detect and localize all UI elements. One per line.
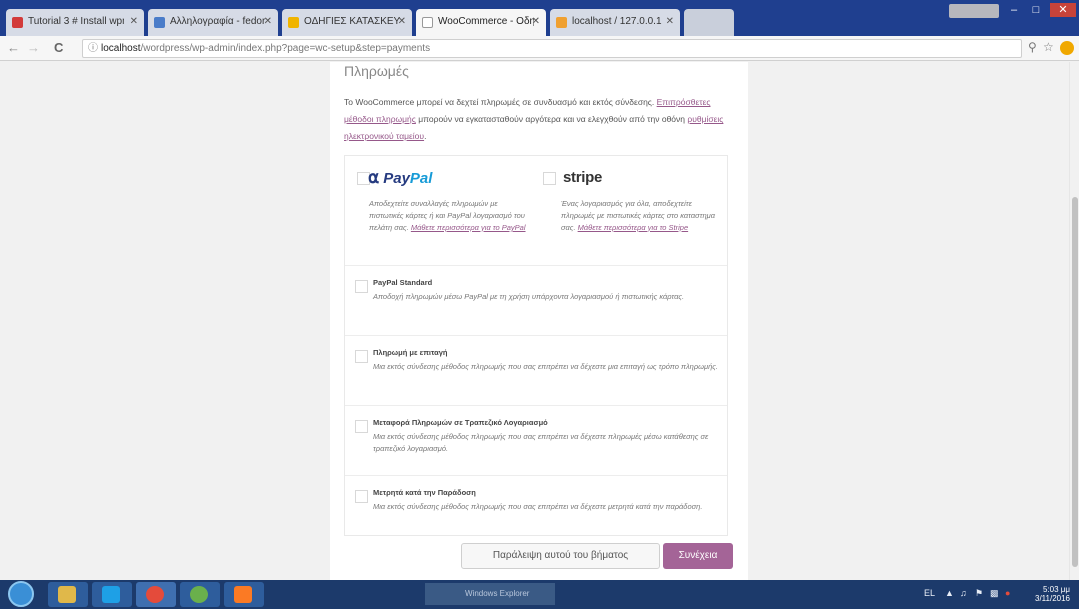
continue-button[interactable]: Συνέχεια: [663, 543, 733, 569]
payment-method-title: PayPal Standard: [373, 278, 433, 287]
paint-icon: [190, 586, 208, 603]
paypal-logo: ⍺ PayPal: [368, 168, 432, 188]
browser-tab-strip: Tutorial 3 # Install wpml ✕ Αλληλογραφία…: [0, 0, 1079, 36]
cheque-checkbox[interactable]: [355, 350, 368, 363]
clock-time: 5:03 μμ: [1042, 585, 1070, 594]
volume-icon[interactable]: ♫: [960, 588, 967, 598]
minimize-icon[interactable]: –: [1004, 3, 1024, 17]
tab-title: ΟΔΗΓΙΕΣ ΚΑΤΑΣΚΕΥΗΣ: [304, 16, 400, 27]
paypal-p-icon: ⍺: [368, 168, 380, 187]
paypal-standard-checkbox[interactable]: [355, 280, 368, 293]
tray-app-icon[interactable]: ●: [1005, 588, 1010, 598]
browser-tab[interactable]: localhost / 127.0.0.1 ✕: [550, 9, 680, 36]
skip-step-button[interactable]: Παράλειψη αυτού του βήματος: [461, 543, 660, 569]
payment-method-description: Αποδοχή πληρωμών μέσω PayPal με τη χρήση…: [373, 292, 685, 301]
payment-method-row: PayPal Standard Αποδοχή πληρωμών μέσω Pa…: [345, 265, 727, 335]
stripe-checkbox[interactable]: [543, 172, 556, 185]
forward-arrow-icon[interactable]: →: [27, 40, 40, 55]
taskbar-app-xampp[interactable]: [224, 582, 264, 607]
tab-title: Tutorial 3 # Install wpml: [28, 16, 124, 27]
url-host: localhost: [101, 43, 141, 54]
payment-method-title: Μετρητά κατά την Παράδοση: [373, 488, 476, 497]
payment-method-row: Μεταφορά Πληρωμών σε Τραπεζικό Λογαριασμ…: [345, 405, 727, 475]
paypal-logo-text: Pay: [383, 170, 410, 187]
chrome-icon: [146, 586, 164, 603]
stripe-logo: stripe: [563, 169, 603, 186]
cash-on-delivery-checkbox[interactable]: [355, 490, 368, 503]
taskbar-app-explorer[interactable]: [48, 582, 88, 607]
maximize-icon[interactable]: □: [1026, 3, 1046, 17]
tab-title: Αλληλογραφία - fedora: [170, 16, 266, 27]
tab-title: localhost / 127.0.0.1: [572, 16, 662, 27]
intro-text-part: μπορούν να εγκατασταθούν αργότερα και να…: [415, 114, 688, 124]
scrollbar-thumb[interactable]: [1072, 197, 1078, 567]
zoom-icon[interactable]: ⚲: [1028, 40, 1037, 54]
windows-taskbar: Windows Explorer EL ▲ ♫ ⚑ ▩ ● 5:03 μμ 3/…: [0, 580, 1079, 609]
bank-transfer-checkbox[interactable]: [355, 420, 368, 433]
browser-toolbar: ← → C ⓘ localhost/wordpress/wp-admin/ind…: [0, 36, 1079, 61]
tab-favicon-icon: [556, 17, 567, 28]
tab-favicon-icon: [12, 17, 23, 28]
window-close-icon[interactable]: ✕: [1050, 3, 1076, 17]
tray-expand-icon[interactable]: ▲: [945, 588, 954, 598]
payment-methods-list: ⍺ PayPal Αποδεχτείτε συναλλαγές πληρωμών …: [344, 155, 728, 536]
new-tab-button[interactable]: [684, 9, 734, 36]
browser-tab[interactable]: Αλληλογραφία - fedora ✕: [148, 9, 278, 36]
tab-close-icon[interactable]: ✕: [666, 16, 674, 27]
skype-icon: [102, 586, 120, 603]
payment-method-description: Μια εκτός σύνδεσης μέθοδος πληρωμής που …: [373, 432, 709, 453]
paypal-learn-more-link[interactable]: Μάθετε περισσότερα για το PayPal: [411, 223, 526, 232]
browser-tab[interactable]: ΟΔΗΓΙΕΣ ΚΑΤΑΣΚΕΥΗΣ ✕: [282, 9, 412, 36]
payment-method-title: Πληρωμή με επιταγή: [373, 348, 448, 357]
taskbar-preview-ghost: Windows Explorer: [425, 583, 555, 605]
language-indicator[interactable]: EL: [924, 588, 935, 598]
page-viewport: Πληρωμές Το WooCommerce μπορεί να δεχτεί…: [0, 62, 1079, 580]
stripe-learn-more-link[interactable]: Μάθετε περισσότερα για το Stripe: [578, 223, 689, 232]
paypal-logo-text: Pal: [409, 170, 433, 187]
page-info-icon[interactable]: ⓘ: [88, 40, 98, 57]
clock-date: 3/11/2016: [1035, 594, 1070, 603]
network-icon[interactable]: ▩: [990, 588, 999, 599]
flag-icon[interactable]: ⚑: [975, 588, 983, 599]
tab-close-icon[interactable]: ✕: [264, 16, 272, 27]
setup-wizard-card: Πληρωμές Το WooCommerce μπορεί να δεχτεί…: [330, 62, 748, 580]
page-title: Πληρωμές: [344, 63, 409, 79]
intro-text-part: Το WooCommerce μπορεί να δεχτεί πληρωμές…: [344, 97, 657, 107]
payment-method-description: Μια εκτός σύνδεσης μέθοδος πληρωμής που …: [373, 502, 703, 511]
paypal-description: Αποδεχτείτε συναλλαγές πληρωμών με πιστω…: [369, 198, 529, 234]
extension-icon[interactable]: [1060, 41, 1074, 55]
tab-favicon-icon: [154, 17, 165, 28]
taskbar-app-chrome[interactable]: [136, 582, 176, 607]
reload-icon[interactable]: C: [54, 40, 63, 55]
profile-button[interactable]: [949, 4, 999, 18]
payment-method-row: Μετρητά κατά την Παράδοση Μια εκτός σύνδ…: [345, 475, 727, 535]
system-clock[interactable]: 5:03 μμ 3/11/2016: [1030, 585, 1070, 603]
tab-favicon-icon: [422, 17, 433, 28]
stripe-description: Ένας λογαριασμός για όλα, αποδεχτείτε πλ…: [561, 198, 721, 234]
intro-text: Το WooCommerce μπορεί να δεχτεί πληρωμές…: [344, 94, 734, 145]
browser-tab[interactable]: Tutorial 3 # Install wpml ✕: [6, 9, 144, 36]
intro-text-part: .: [424, 131, 427, 141]
start-button[interactable]: [8, 581, 34, 607]
tab-favicon-icon: [288, 17, 299, 28]
tab-close-icon[interactable]: ✕: [130, 16, 138, 27]
featured-paypal: ⍺ PayPal Αποδεχτείτε συναλλαγές πληρωμών …: [345, 156, 537, 266]
folder-icon: [58, 586, 76, 603]
payment-method-description: Μια εκτός σύνδεσης μέθοδος πληρωμής που …: [373, 362, 718, 371]
featured-stripe: stripe Ένας λογαριασμός για όλα, αποδεχτ…: [537, 156, 729, 266]
payment-method-title: Μεταφορά Πληρωμών σε Τραπεζικό Λογαριασμ…: [373, 418, 548, 427]
page-scrollbar[interactable]: [1069, 62, 1079, 580]
tab-close-icon[interactable]: ✕: [398, 16, 406, 27]
payment-method-row: Πληρωμή με επιταγή Μια εκτός σύνδεσης μέ…: [345, 335, 727, 405]
bookmark-star-icon[interactable]: ☆: [1043, 40, 1054, 54]
address-bar[interactable]: ⓘ localhost/wordpress/wp-admin/index.php…: [82, 39, 1022, 58]
taskbar-app-skype[interactable]: [92, 582, 132, 607]
browser-tab-active[interactable]: WooCommerce - Οδηγ ✕: [416, 9, 546, 36]
taskbar-app-paint[interactable]: [180, 582, 220, 607]
xampp-icon: [234, 586, 252, 603]
tab-title: WooCommerce - Οδηγ: [438, 16, 534, 27]
url-path: /wordpress/wp-admin/index.php?page=wc-se…: [140, 43, 431, 54]
tab-close-icon[interactable]: ✕: [532, 16, 540, 27]
back-arrow-icon[interactable]: ←: [7, 40, 20, 55]
